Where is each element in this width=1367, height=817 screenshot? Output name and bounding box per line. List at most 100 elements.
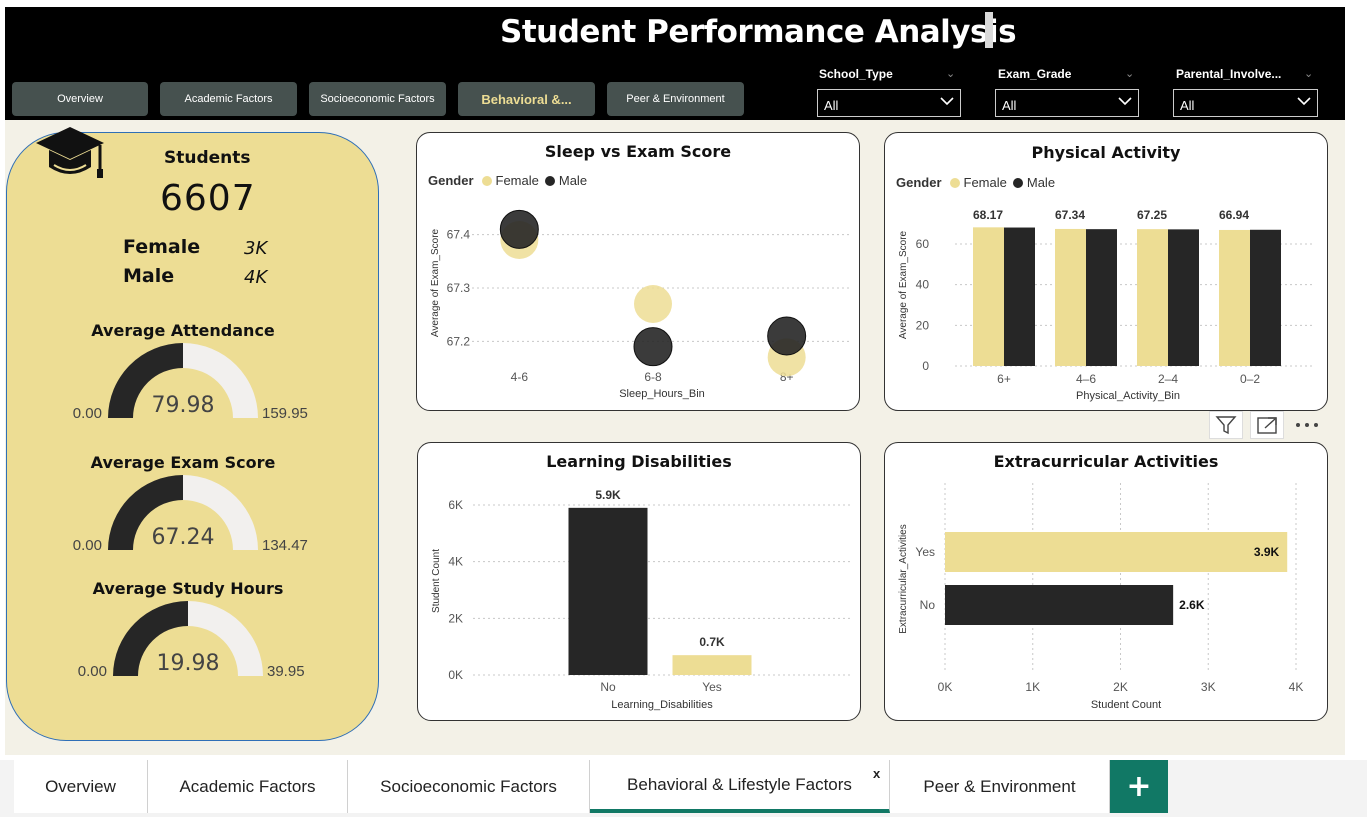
y-tick-label: 6K xyxy=(448,498,463,512)
x-tick-label: 3K xyxy=(1201,680,1216,694)
gauge-title: Average Exam Score xyxy=(91,453,276,472)
x-tick-label: 0K xyxy=(938,680,953,694)
data-label: 67.34 xyxy=(1055,208,1085,222)
slicer-exam-grade-value: All xyxy=(1002,98,1017,113)
x-tick-label: 4–6 xyxy=(1076,372,1096,386)
x-axis-label: Physical_Activity_Bin xyxy=(1076,390,1180,402)
chevron-down-icon xyxy=(1118,97,1132,106)
scatter-point-male xyxy=(499,209,539,249)
gauge-title: Average Study Hours xyxy=(93,579,284,598)
nav-button-academic[interactable]: Academic Factors xyxy=(160,82,297,116)
chevron-down-icon xyxy=(940,97,954,106)
y-tick-label: 40 xyxy=(916,278,930,292)
y-tick-label: 4K xyxy=(448,555,463,569)
x-tick-label: Yes xyxy=(702,680,722,694)
slicer-school-type-label: School_Type xyxy=(819,67,893,81)
x-axis-label: Sleep_Hours_Bin xyxy=(619,388,705,400)
scatter-point-male xyxy=(767,316,807,356)
slicer-parental-value: All xyxy=(1180,98,1195,113)
y-tick-label: 60 xyxy=(916,237,930,251)
chevron-down-icon[interactable]: ⌄ xyxy=(1304,67,1313,80)
x-axis-label: Learning_Disabilities xyxy=(611,699,713,711)
y-tick-label: 2K xyxy=(448,611,463,625)
data-label: 68.17 xyxy=(973,208,1003,222)
extracurricular-chart: 0K 1K 2K 3K 4K 3.9K Yes 2.6K No Student Count Extr… xyxy=(898,483,1304,711)
data-label: 2.6K xyxy=(1179,598,1205,612)
add-page-button[interactable]: + xyxy=(1110,760,1168,813)
card-physical-activity[interactable]: Physical Activity Gender Female Male 0 20… xyxy=(884,132,1328,411)
card-learning-disabilities[interactable]: Learning Disabilities 0K 2K 4K 6K 5.9K No 0.7K… xyxy=(417,442,861,721)
gauge-value: 67.24 xyxy=(152,525,215,550)
bar-female xyxy=(1055,228,1086,366)
card-extracurricular[interactable]: Extracurricular Activities 0K 1K 2K 3K 4K 3.9… xyxy=(884,442,1328,721)
y-tick-label: 0K xyxy=(448,668,463,682)
bar-male xyxy=(1004,227,1035,366)
gauge-title: Average Attendance xyxy=(91,321,275,340)
y-axis-label: Average of Exam_Score xyxy=(430,228,441,337)
y-tick-label: 67.2 xyxy=(447,334,471,348)
chevron-down-icon[interactable]: ⌄ xyxy=(1125,67,1134,80)
bar xyxy=(672,655,752,675)
physical-activity-chart: 0 20 40 60 68.17 6+ 67.34 4–6 67.25 2–4 66.94 0–2 Ph… xyxy=(898,208,1315,402)
nav-button-overview[interactable]: Overview xyxy=(12,82,148,116)
tab-behavioral-lifestyle[interactable]: Behavioral & Lifestyle Factors xyxy=(590,760,890,813)
y-tick-label: 67.4 xyxy=(447,228,471,242)
gauge-min: 0.00 xyxy=(73,405,102,422)
gauge: Average Attendance 79.98 0.00 159.95 xyxy=(73,321,308,422)
bar xyxy=(945,585,1174,625)
slicer-school-type-value: All xyxy=(824,98,839,113)
y-tick-label: Yes xyxy=(915,545,935,559)
chevron-down-icon xyxy=(1297,97,1311,106)
sleep-scatter-chart: 67.267.367.44-6 6-8 8+Sleep_Hours_BinAvera… xyxy=(430,209,852,400)
tab-overview[interactable]: Overview xyxy=(14,760,148,813)
nav-button-behavioral[interactable]: Behavioral &... xyxy=(458,82,595,116)
y-tick-label: 20 xyxy=(916,318,930,332)
data-label: 3.9K xyxy=(1254,545,1280,559)
filter-icon[interactable] xyxy=(1209,411,1243,439)
male-label: Male xyxy=(123,265,175,287)
female-count: 3K xyxy=(244,238,268,259)
gauge-max: 134.47 xyxy=(262,537,308,554)
y-tick-label: 67.3 xyxy=(447,281,471,295)
female-label: Female xyxy=(123,236,201,258)
card-sleep-vs-exam[interactable]: Sleep vs Exam Score Gender Female Male 6… xyxy=(416,132,860,411)
close-icon[interactable]: x xyxy=(873,766,880,781)
tab-academic-factors[interactable]: Academic Factors xyxy=(148,760,348,813)
scatter-point-female xyxy=(634,285,672,323)
data-label: 5.9K xyxy=(595,488,621,502)
data-label: 66.94 xyxy=(1219,208,1249,222)
bar-female xyxy=(973,227,1004,366)
bar-male xyxy=(1086,229,1117,366)
gauge-value: 79.98 xyxy=(152,393,215,418)
x-tick-label: 6-8 xyxy=(644,370,662,384)
slicer-exam-grade[interactable]: All xyxy=(995,89,1139,117)
x-tick-label: 2K xyxy=(1113,680,1128,694)
x-tick-label: 0–2 xyxy=(1240,372,1260,386)
gauge-min: 0.00 xyxy=(73,537,102,554)
x-tick-label: 2–4 xyxy=(1158,372,1178,386)
chevron-down-icon[interactable]: ⌄ xyxy=(946,67,955,80)
bar xyxy=(568,507,648,675)
slicer-parental-involvement[interactable]: All xyxy=(1173,89,1318,117)
tab-peer-environment[interactable]: Peer & Environment xyxy=(890,760,1110,813)
page-title: Student Performance Analysis xyxy=(500,14,1017,50)
x-tick-label: 4K xyxy=(1289,680,1304,694)
slicer-exam-grade-label: Exam_Grade xyxy=(998,67,1072,81)
x-tick-label: 4-6 xyxy=(511,370,529,384)
gauge-max: 39.95 xyxy=(267,663,305,680)
gauge-value: 19.98 xyxy=(157,651,220,676)
nav-button-socioeconomic[interactable]: Socioeconomic Factors xyxy=(309,82,446,116)
y-axis-label: Student Count xyxy=(431,549,442,613)
y-axis-label: Extracurricular_Activities xyxy=(898,524,909,633)
bar xyxy=(945,532,1288,572)
nav-button-peer[interactable]: Peer & Environment xyxy=(607,82,744,116)
focus-mode-icon[interactable] xyxy=(1250,411,1284,439)
tab-socioeconomic-factors[interactable]: Socioeconomic Factors xyxy=(348,760,590,813)
y-axis-label: Average of Exam_Score xyxy=(898,230,909,339)
students-count: 6607 xyxy=(160,178,256,219)
data-label: 67.25 xyxy=(1137,208,1167,222)
more-options-icon[interactable] xyxy=(1290,411,1324,439)
gauge: Average Exam Score 67.24 0.00 134.47 xyxy=(73,453,308,554)
bar-female xyxy=(1219,229,1250,366)
slicer-school-type[interactable]: All xyxy=(817,89,961,117)
